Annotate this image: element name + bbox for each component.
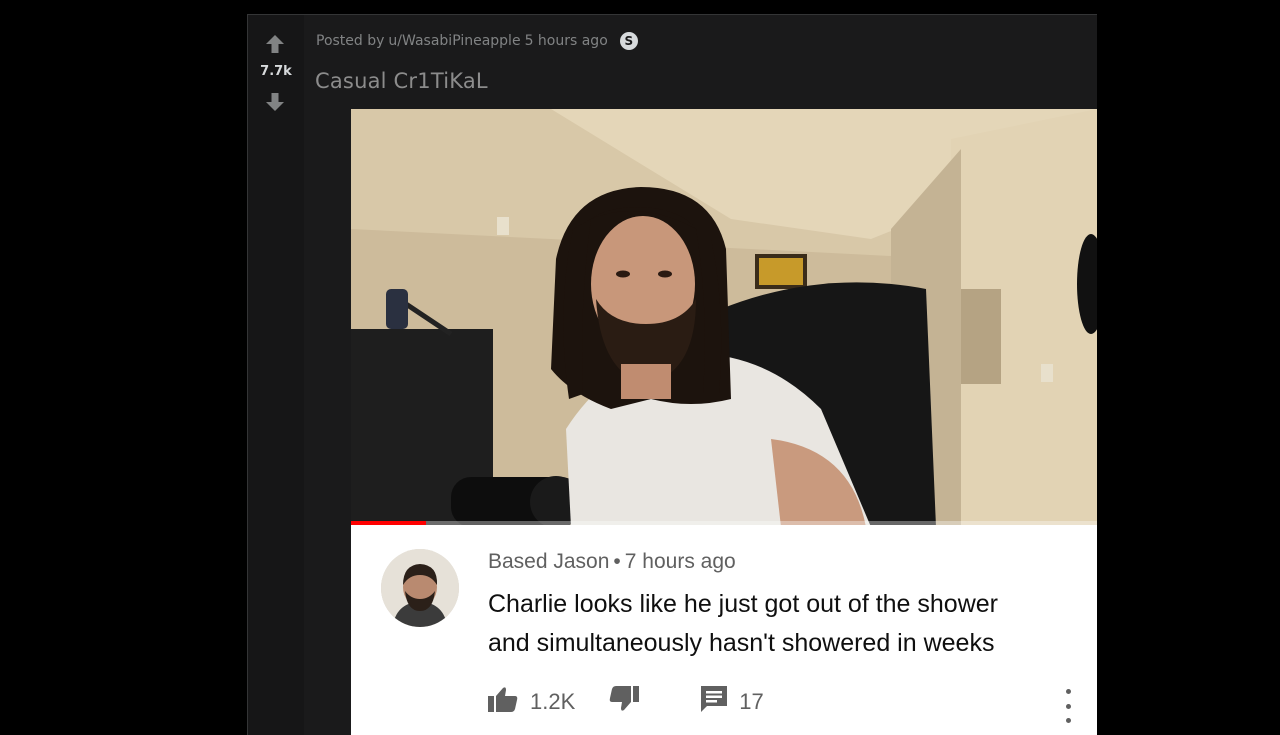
separator-dot: • [613, 550, 621, 573]
dislike-button[interactable] [609, 686, 640, 718]
post-meta: Posted by u/WasabiPineapple 5 hours ago … [316, 32, 638, 50]
avatar[interactable] [381, 549, 459, 627]
vote-rail: 7.7k [248, 15, 304, 735]
post-author-link[interactable]: u/WasabiPineapple [388, 33, 520, 49]
post-age: 5 hours ago [524, 33, 608, 49]
comment-icon [701, 686, 728, 718]
comment-line: Charlie looks like he just got out of th… [488, 590, 998, 618]
comment-author[interactable]: Based Jason [488, 550, 609, 573]
comment-text: Charlie looks like he just got out of th… [488, 585, 1068, 663]
comment-actions: 1.2K 17 [488, 686, 764, 718]
vote-count: 7.7k [260, 64, 292, 79]
comment-card: Based Jason • 7 hours ago Charlie looks li… [351, 525, 1097, 735]
downvote-arrow-icon[interactable] [263, 91, 287, 113]
like-count: 1.2K [530, 689, 576, 714]
posted-by-label: Posted by [316, 33, 385, 49]
thumbs-up-icon [488, 686, 518, 718]
like-button[interactable]: 1.2K [488, 686, 575, 718]
comment-line: and simultaneously hasn't showered in we… [488, 629, 995, 657]
thumbs-down-icon [609, 686, 640, 718]
comment-header: Based Jason • 7 hours ago [488, 550, 736, 574]
upvote-arrow-icon[interactable] [263, 33, 287, 55]
video-thumbnail[interactable] [351, 109, 1097, 527]
coin-icon: S [619, 32, 638, 50]
reply-button[interactable]: 17 [701, 686, 764, 718]
more-options-icon[interactable] [1059, 689, 1077, 723]
reply-count: 17 [739, 689, 764, 714]
post-title[interactable]: Casual Cr1TiKaL [315, 69, 488, 93]
reddit-post-card: 7.7k Posted by u/WasabiPineapple 5 hours… [247, 14, 1097, 735]
comment-age[interactable]: 7 hours ago [625, 550, 736, 573]
